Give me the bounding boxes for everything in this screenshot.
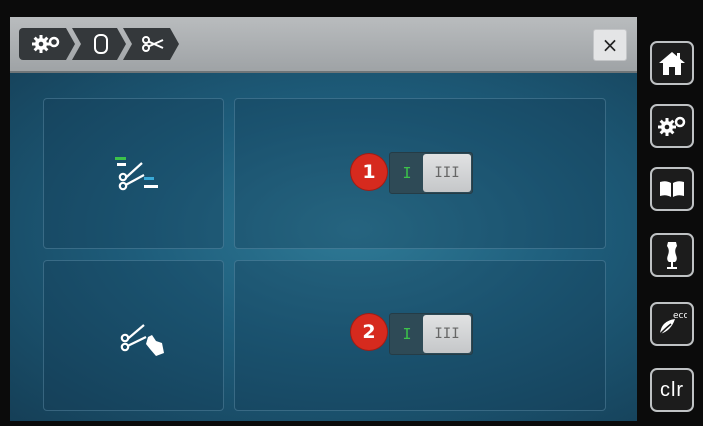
toggle-knob[interactable]: III [423, 315, 471, 353]
thread-cutter-manual-toggle[interactable]: I III [389, 313, 473, 355]
main-panel: × 1 I III 2 I III [10, 17, 637, 421]
guide-button[interactable] [650, 167, 694, 211]
thread-cutter-manual-toggle-card: 2 I III [234, 260, 606, 411]
thread-cutter-auto-toggle-card: 1 I III [234, 98, 606, 249]
thread-cutter-auto-card [43, 98, 224, 249]
toggle-knob[interactable]: III [423, 154, 471, 192]
breadcrumb-hoop[interactable] [72, 28, 126, 60]
hoop-icon [93, 33, 109, 55]
thread-cutter-manual-card [43, 260, 224, 411]
toggle-off-label: III [434, 165, 460, 181]
gears-icon [32, 34, 62, 54]
eco-button[interactable]: eco [650, 302, 694, 346]
close-button[interactable]: × [593, 29, 627, 61]
dress-form-icon [667, 242, 677, 269]
close-icon: × [601, 33, 619, 57]
content-area: 1 I III 2 I III [10, 73, 637, 421]
breadcrumb-settings[interactable] [19, 28, 75, 60]
settings-gears-icon [658, 116, 686, 136]
toggle-on-label: I [402, 325, 412, 343]
eco-label: eco [673, 311, 687, 321]
guide-book-icon [660, 181, 684, 197]
thread-cutter-auto-icon [115, 157, 158, 191]
clr-label: clr [659, 378, 685, 401]
callout-badge-2: 2 [351, 314, 387, 350]
thread-cutter-auto-toggle[interactable]: I III [389, 152, 473, 194]
home-icon [659, 52, 685, 75]
scissors-icon [141, 35, 165, 53]
toggle-off-label: III [434, 326, 460, 342]
settings-button[interactable] [650, 104, 694, 148]
thread-cutter-manual-icon [120, 324, 164, 356]
breadcrumb [19, 28, 176, 60]
eco-leaf-icon: eco [659, 311, 687, 335]
title-bar: × [10, 17, 637, 73]
callout-badge-1: 1 [351, 154, 387, 190]
home-button[interactable] [650, 41, 694, 85]
sidebar: eco clr [641, 0, 703, 426]
toggle-on-label: I [402, 164, 412, 182]
breadcrumb-thread-cutter[interactable] [123, 28, 179, 60]
clr-button[interactable]: clr [650, 368, 694, 412]
dress-form-button[interactable] [650, 233, 694, 277]
screen: × 1 I III 2 I III eco clr [0, 0, 703, 426]
